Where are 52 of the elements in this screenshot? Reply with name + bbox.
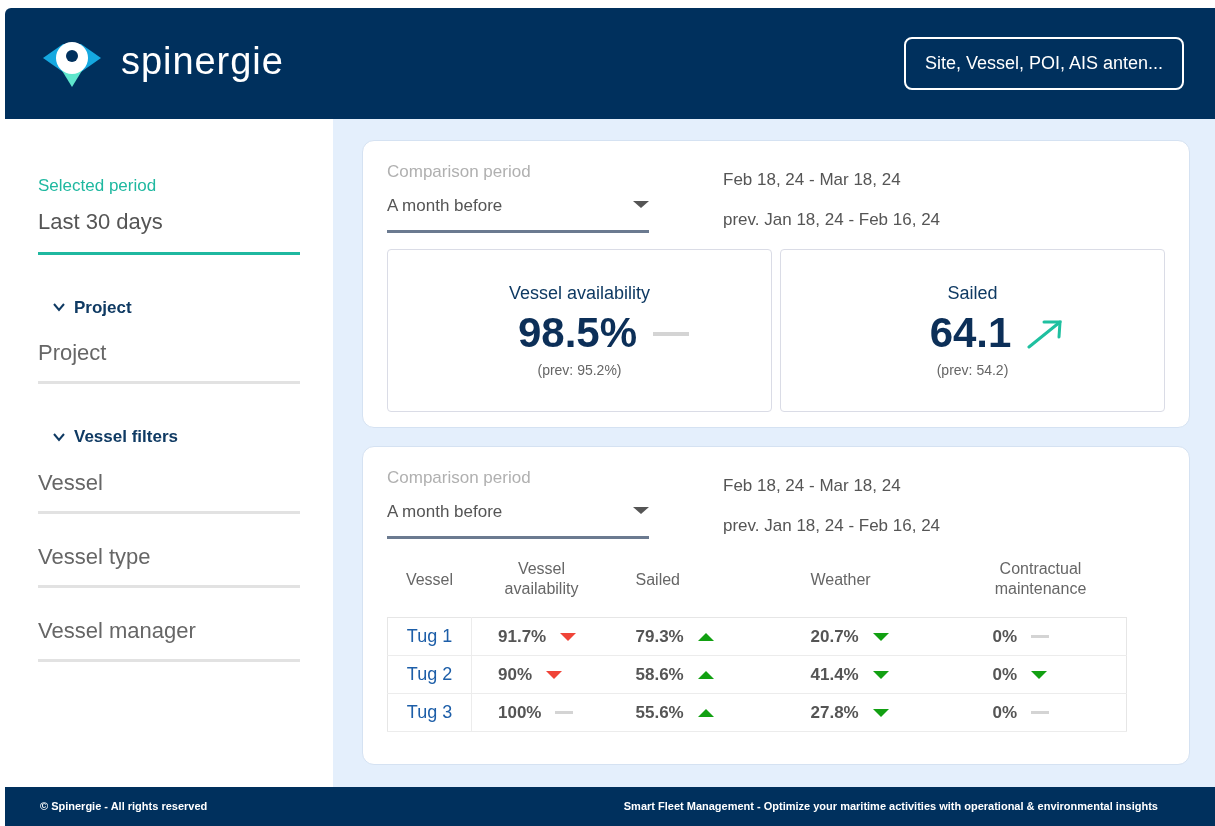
kpi-previous: (prev: 95.2%) xyxy=(537,360,622,380)
column-header: Contractual maintenance xyxy=(993,559,1088,599)
caret-icon xyxy=(633,507,649,516)
filter-field[interactable]: Vessel xyxy=(38,465,300,514)
table-cell-text: 91.7% xyxy=(498,625,547,648)
vessel-link[interactable]: Tug 2 xyxy=(406,664,453,684)
tagline-text: Smart Fleet Management - Optimize your maritime activities with operational & environmental insights xyxy=(623,799,1158,815)
kpi-value: 64.1 xyxy=(929,308,1012,359)
table-cell-text: 41.4% xyxy=(810,663,859,686)
table-cell-text: 0% xyxy=(992,701,1018,724)
section-toggle[interactable]: Vessel filters xyxy=(52,424,178,450)
kpi-value: 98.5% xyxy=(517,308,638,359)
logo-text: spinergie xyxy=(121,41,284,84)
caret-icon xyxy=(633,201,649,210)
table-cell-text: 20.7% xyxy=(810,625,859,648)
table-cell-text: 55.6% xyxy=(635,701,684,724)
previous-date-range: prev. Jan 18, 24 - Feb 16, 24 xyxy=(723,514,941,537)
period-value: Last 30 days xyxy=(38,207,164,236)
eye-pin-icon xyxy=(43,40,101,87)
vessel-link[interactable]: Tug 3 xyxy=(406,702,453,722)
kpi-title: Sailed xyxy=(947,282,998,306)
vessel-link[interactable]: Tug 1 xyxy=(406,626,453,646)
table-cell-text: 100% xyxy=(498,701,542,724)
section-toggle[interactable]: Project xyxy=(52,294,132,320)
column-header: Sailed xyxy=(635,570,680,590)
table-cell-text: 0% xyxy=(992,663,1018,686)
search-button[interactable]: Site, Vessel, POI, AIS anten... xyxy=(904,37,1184,90)
filter-field[interactable]: Vessel manager xyxy=(38,613,300,662)
column-header: Weather xyxy=(810,570,871,590)
kpi-previous: (prev: 54.2) xyxy=(936,360,1009,380)
table-cell-text: 0% xyxy=(992,625,1018,648)
period-selector[interactable]: Selected period Last 30 days xyxy=(38,173,300,255)
dropdown-label: Comparison period xyxy=(387,161,532,183)
date-range: Feb 18, 24 - Mar 18, 24 xyxy=(723,169,902,191)
dropdown-label: Comparison period xyxy=(387,467,532,489)
comparison-dropdown[interactable]: Comparison period A month before xyxy=(387,159,649,233)
filter-field[interactable]: Vessel type xyxy=(38,539,300,588)
copyright-text: © Spinergie - All rights reserved xyxy=(40,799,208,815)
column-header: Vessel availability xyxy=(503,559,580,599)
table-cell-text: 58.6% xyxy=(635,663,684,686)
filter-field[interactable]: Project xyxy=(38,336,300,384)
kpi-title: Vessel availability xyxy=(508,282,651,306)
comparison-dropdown[interactable]: Comparison period A month before xyxy=(387,465,649,539)
dropdown-value: A month before xyxy=(387,194,503,217)
dropdown-value: A month before xyxy=(387,500,503,523)
table-cell-text: 90% xyxy=(498,663,533,686)
previous-date-range: prev. Jan 18, 24 - Feb 16, 24 xyxy=(723,208,941,231)
column-header: Vessel xyxy=(405,570,454,590)
table-cell-text: 27.8% xyxy=(810,701,859,724)
date-range: Feb 18, 24 - Mar 18, 24 xyxy=(723,475,902,497)
table-cell-text: 79.3% xyxy=(635,625,684,648)
period-label: Selected period xyxy=(38,175,158,197)
